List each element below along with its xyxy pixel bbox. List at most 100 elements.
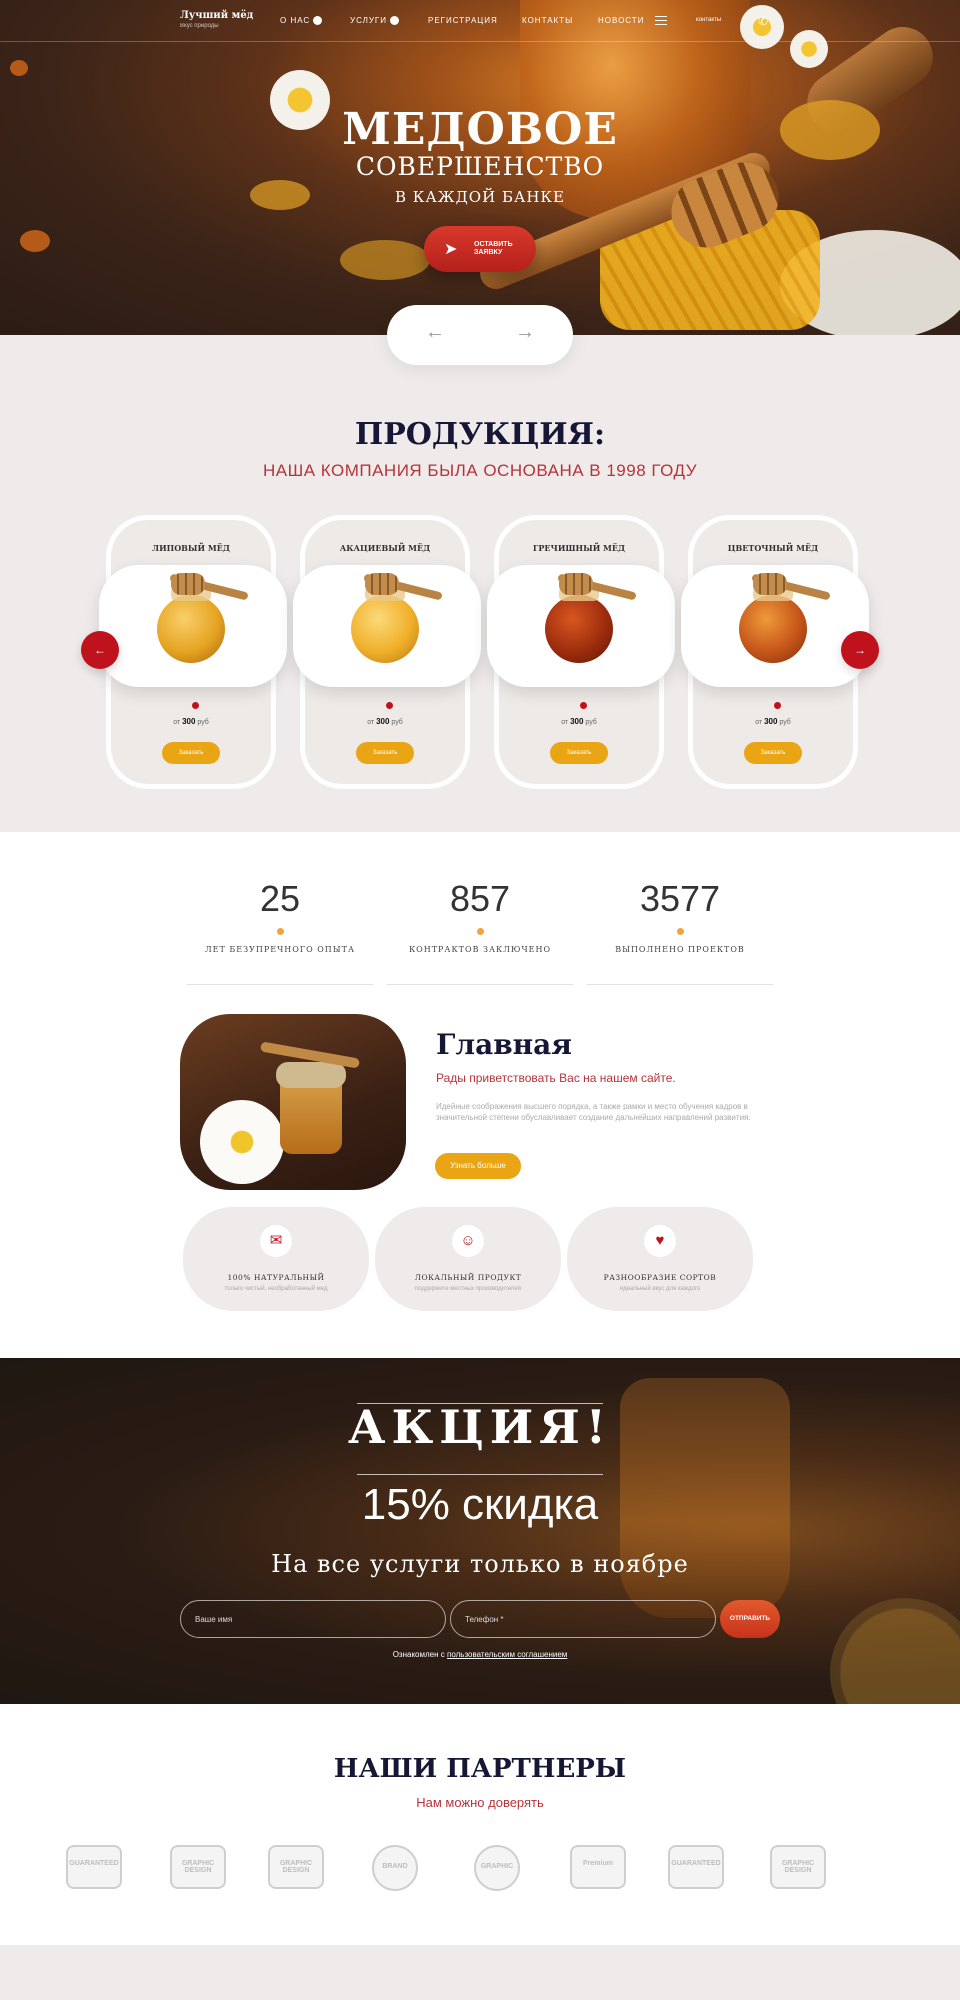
honey-pot-image bbox=[739, 595, 807, 663]
brand-title: Лучший мёд bbox=[180, 10, 254, 21]
dipper-head bbox=[365, 573, 399, 595]
stat-number: 25 bbox=[259, 878, 301, 919]
product-image bbox=[99, 565, 287, 687]
name-input[interactable] bbox=[180, 1600, 446, 1638]
footer-section bbox=[0, 1945, 960, 2000]
phone-icon[interactable]: ✆ bbox=[758, 14, 768, 28]
nav-item-about[interactable]: О нас bbox=[280, 16, 323, 26]
contacts-link[interactable]: контакты bbox=[696, 17, 721, 23]
nav-item-label: О нас bbox=[280, 16, 311, 25]
price-prefix: от bbox=[367, 719, 375, 726]
order-button[interactable]: Заказать bbox=[162, 742, 220, 764]
products-section: ПРОДУКЦИЯ: НАША КОМПАНИЯ БЫЛА ОСНОВАНА В… bbox=[0, 335, 960, 832]
product-image bbox=[681, 565, 869, 687]
price-currency: руб bbox=[585, 719, 597, 726]
products-title: ПРОДУКЦИЯ: bbox=[354, 417, 606, 452]
indicator-dot bbox=[774, 702, 781, 709]
stat-label: ЛЕТ БЕЗУПРЕЧНОГО ОПЫТА bbox=[205, 945, 355, 954]
consent-prefix: Ознакомлен с bbox=[392, 1650, 445, 1659]
product-name: ГРЕЧИШНЫЙ МЁД bbox=[532, 543, 626, 553]
leave-request-button[interactable]: ➤ оставить заявку bbox=[424, 226, 536, 272]
partners-subtitle: Нам можно доверять bbox=[416, 1795, 544, 1810]
stat-dot bbox=[276, 928, 284, 935]
feature-title: 100% НАТУРАЛЬНЫЙ bbox=[227, 1273, 325, 1282]
product-price: от 300 руб bbox=[693, 717, 853, 726]
product-price: от 300 руб bbox=[305, 717, 465, 726]
hero-slider-controls: ← → bbox=[387, 305, 573, 365]
dropdown-dot-icon bbox=[390, 16, 400, 26]
product-card: ЦВЕТОЧНЫЙ МЁД от 300 руб Заказать bbox=[681, 515, 869, 789]
product-name: АКАЦИЕВЫЙ МЁД bbox=[339, 543, 431, 553]
nav-item-services[interactable]: Услуги bbox=[350, 16, 400, 26]
nav-item-contacts[interactable]: Контакты bbox=[522, 16, 573, 25]
product-image bbox=[293, 565, 481, 687]
brand-logo[interactable]: Лучший мёд Вкус природы bbox=[180, 10, 253, 29]
partners-title: НАШИ ПАРТНЕРЫ bbox=[333, 1754, 627, 1784]
feature-card: ✉ 100% НАТУРАЛЬНЫЙ только чистый, необра… bbox=[183, 1207, 369, 1311]
honey-jar-icon: ♥ bbox=[644, 1225, 676, 1257]
price-value: 300 bbox=[764, 717, 778, 726]
pollen-image bbox=[20, 230, 50, 252]
order-button[interactable]: Заказать bbox=[744, 742, 802, 764]
divider bbox=[187, 984, 373, 985]
promo-discount: 15% скидка bbox=[361, 1480, 599, 1529]
feature-subtitle: поддержите местных производителей bbox=[415, 1286, 521, 1292]
products-next-button[interactable]: → bbox=[841, 631, 879, 669]
stat-item: 25 ЛЕТ БЕЗУПРЕЧНОГО ОПЫТА bbox=[187, 878, 373, 985]
brand-subtitle: Вкус природы bbox=[180, 23, 219, 29]
partner-logo: Premium bbox=[570, 1845, 626, 1889]
top-navigation: Лучший мёд Вкус природы О нас Услуги Рег… bbox=[0, 0, 960, 42]
send-button[interactable]: Отправить bbox=[720, 1600, 780, 1638]
nav-item-news[interactable]: Новости bbox=[598, 16, 644, 25]
cta-label-line1: оставить bbox=[474, 241, 513, 248]
cta-label: оставить заявку bbox=[474, 241, 513, 257]
arrow-left-icon[interactable]: ← bbox=[425, 321, 445, 344]
feature-card: ♥ РАЗНООБРАЗИЕ СОРТОВ идеальный вкус для… bbox=[567, 1207, 753, 1311]
price-currency: руб bbox=[779, 719, 791, 726]
partner-logo: GUARANTEED bbox=[66, 1845, 122, 1889]
hero-subtitle-2: В КАЖДОЙ БАНКЕ bbox=[395, 188, 565, 206]
daisy-image bbox=[200, 1100, 284, 1184]
promo-title: АКЦИЯ! bbox=[348, 1400, 612, 1454]
price-prefix: от bbox=[173, 719, 181, 726]
price-prefix: от bbox=[755, 719, 763, 726]
honey-pot-image bbox=[545, 595, 613, 663]
pollen-image bbox=[340, 240, 430, 280]
user-agreement-link[interactable]: пользовательским соглашением bbox=[447, 1650, 567, 1659]
promo-section: АКЦИЯ! 15% скидка На все услуги только в… bbox=[0, 1358, 960, 1704]
arrow-right-icon[interactable]: → bbox=[515, 321, 535, 344]
beekeeper-icon: ☺ bbox=[452, 1225, 484, 1257]
price-currency: руб bbox=[391, 719, 403, 726]
product-card: ЛИПОВЫЙ МЁД от 300 руб Заказать bbox=[99, 515, 287, 789]
product-name: ЦВЕТОЧНЫЙ МЁД bbox=[727, 543, 819, 553]
partner-logo: GRAPHIC bbox=[474, 1845, 520, 1891]
order-button[interactable]: Заказать bbox=[550, 742, 608, 764]
indicator-dot bbox=[580, 702, 587, 709]
certificate-icon: ✉ bbox=[260, 1225, 292, 1257]
stat-label: ВЫПОЛНЕНО ПРОЕКТОВ bbox=[615, 945, 745, 954]
partner-logo: BRAND bbox=[372, 1845, 418, 1891]
consent-text: Ознакомлен с пользовательским соглашение… bbox=[0, 1650, 960, 1659]
price-currency: руб bbox=[197, 719, 209, 726]
about-subtitle: Рады приветствовать Вас на нашем сайте. bbox=[436, 1071, 676, 1085]
nav-item-registration[interactable]: Регистрация bbox=[428, 16, 498, 25]
phone-input[interactable] bbox=[450, 1600, 716, 1638]
partner-logo: GRAPHIC DESIGN bbox=[770, 1845, 826, 1889]
menu-icon[interactable] bbox=[655, 16, 667, 28]
stat-dot bbox=[676, 928, 684, 935]
indicator-dot bbox=[192, 702, 199, 709]
stat-item: 857 КОНТРАКТОВ ЗАКЛЮЧЕНО bbox=[387, 878, 573, 985]
learn-more-button[interactable]: Узнать больше bbox=[435, 1153, 521, 1179]
nav-item-label: Услуги bbox=[350, 16, 388, 25]
order-button[interactable]: Заказать bbox=[356, 742, 414, 764]
promo-subtitle: На все услуги только в ноябре bbox=[271, 1550, 689, 1578]
price-prefix: от bbox=[561, 719, 569, 726]
hero-title: МЕДОВОЕ bbox=[342, 104, 618, 155]
stat-dot bbox=[476, 928, 484, 935]
paper-plane-icon: ➤ bbox=[444, 241, 458, 258]
products-prev-button[interactable]: ← bbox=[81, 631, 119, 669]
jar-lid-cloth bbox=[276, 1062, 346, 1088]
feature-subtitle: идеальный вкус для каждого bbox=[619, 1286, 701, 1292]
pollen-image bbox=[10, 60, 28, 76]
product-name: ЛИПОВЫЙ МЁД bbox=[152, 543, 230, 553]
